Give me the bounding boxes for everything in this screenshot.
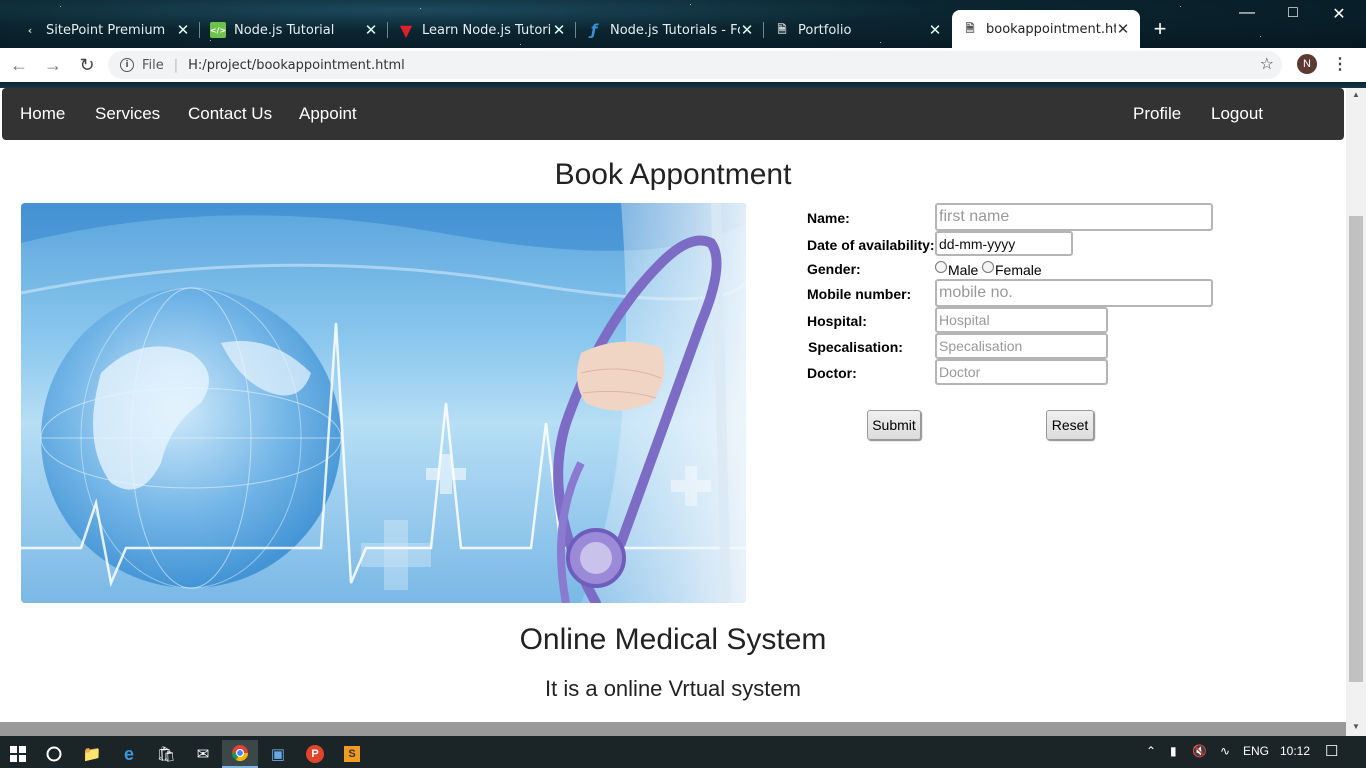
gender-female-label: Female [995, 262, 1042, 278]
tutorials-icon: ƒ [590, 21, 598, 39]
specialisation-field[interactable]: Specalisation [935, 333, 1108, 359]
store-icon[interactable]: 🛍 [148, 740, 184, 768]
close-tab-icon[interactable]: ✕ [740, 21, 754, 39]
submit-button[interactable]: Submit [867, 410, 921, 440]
browser-toolbar: ← → ↻ i File | H:/project/bookappointmen… [0, 48, 1366, 82]
tab-learn-nodejs[interactable]: ▼ Learn Node.js Tutorial ✕ [388, 12, 576, 48]
nav-services[interactable]: Services [79, 88, 176, 140]
tab-bookappointment[interactable]: 🗎 bookappointment.html ✕ [952, 10, 1140, 48]
nav-logout[interactable]: Logout [1195, 88, 1279, 140]
close-tab-icon[interactable]: ✕ [364, 21, 378, 39]
doctor-field[interactable]: Doctor [935, 359, 1108, 385]
windows-taskbar: 📁 e 🛍 ✉ ▣ P S ⌃ ▮ 🔇 ∿ ENG 10:12 ☐ [0, 736, 1366, 768]
medical-illustration [21, 203, 746, 603]
forward-icon[interactable]: → [38, 55, 68, 76]
footer-title: Online Medical System [519, 623, 827, 656]
volume-muted-icon[interactable]: 🔇 [1192, 744, 1207, 758]
scrollbar-thumb[interactable] [1349, 216, 1363, 682]
gender-female-radio[interactable] [982, 261, 994, 273]
bookmark-star-icon[interactable]: ☆ [1260, 54, 1274, 73]
chrome-icon[interactable] [222, 740, 258, 768]
specialisation-label: Specalisation: [808, 339, 903, 355]
language-indicator[interactable]: ENG [1243, 744, 1269, 758]
scroll-up-icon[interactable]: ▲ [1346, 90, 1366, 99]
wifi-icon[interactable]: ∿ [1220, 744, 1230, 758]
page-scrollbar[interactable]: ▲ ▼ [1346, 88, 1366, 736]
mobile-label: Mobile number: [807, 286, 912, 302]
page-bottom-bar [0, 722, 1346, 736]
windows-start-icon[interactable] [0, 740, 36, 768]
cortana-search-icon[interactable] [36, 740, 72, 768]
tab-nodejs-tutorials[interactable]: ƒ Node.js Tutorials - For ✕ [576, 12, 764, 48]
close-tab-icon[interactable]: ✕ [1116, 20, 1130, 38]
doctor-label: Doctor: [807, 365, 857, 381]
page-viewport: Home Services Contact Us Appoint Profile… [0, 88, 1346, 736]
maximize-icon[interactable]: □ [1270, 4, 1316, 22]
info-icon[interactable]: i [120, 58, 134, 72]
nav-appoint[interactable]: Appoint [283, 88, 373, 140]
profile-avatar[interactable]: N [1297, 54, 1317, 74]
name-label: Name: [807, 210, 850, 226]
back-icon[interactable]: ← [4, 55, 34, 76]
date-field[interactable]: dd-mm-yyyy [935, 231, 1073, 256]
document-icon: 🗎 [965, 21, 975, 35]
scroll-down-icon[interactable]: ▼ [1346, 722, 1366, 731]
edge-browser-icon[interactable]: e [111, 740, 147, 768]
hospital-label: Hospital: [807, 313, 867, 329]
gender-label: Gender: [807, 261, 861, 277]
nav-profile[interactable]: Profile [1117, 88, 1197, 140]
tutorial-icon: ▼ [399, 20, 413, 40]
url-divider: | [173, 57, 179, 73]
address-bar[interactable]: i File | H:/project/bookappointment.html… [108, 51, 1282, 79]
notifications-icon[interactable]: ☐ [1325, 742, 1338, 760]
browser-tab-strip: ‹ SitePoint Premium ✕ </> Node.js Tutori… [0, 0, 1366, 48]
medical-hero-image [21, 203, 746, 603]
sublime-text-icon[interactable]: S [334, 740, 370, 768]
virtualbox-icon[interactable]: ▣ [260, 740, 296, 768]
url-scheme: File [142, 57, 164, 73]
footer-subtitle: It is a online Vrtual system [545, 676, 801, 701]
page-title: Book Appontment [554, 158, 792, 191]
tab-sitepoint[interactable]: ‹ SitePoint Premium ✕ [12, 12, 200, 48]
nav-home[interactable]: Home [4, 88, 81, 140]
nodejs-icon: </> [210, 22, 226, 38]
mail-icon[interactable]: ✉ [185, 740, 221, 768]
browser-menu-icon[interactable]: ⋮ [1332, 54, 1348, 74]
sitepoint-icon: ‹ [27, 23, 33, 37]
tab-nodejs-tutorial[interactable]: </> Node.js Tutorial ✕ [200, 12, 388, 48]
clock[interactable]: 10:12 [1280, 744, 1310, 758]
date-label: Date of availability: [807, 237, 935, 253]
file-explorer-icon[interactable]: 📁 [74, 740, 110, 768]
show-hidden-icons-icon[interactable]: ⌃ [1146, 744, 1156, 758]
reset-button[interactable]: Reset [1046, 410, 1094, 440]
close-window-icon[interactable]: ✕ [1316, 4, 1362, 24]
battery-icon[interactable]: ▮ [1170, 744, 1177, 758]
postman-icon[interactable]: P [297, 740, 333, 768]
mobile-field[interactable]: mobile no. [935, 279, 1213, 307]
document-icon: 🗎 [777, 22, 787, 36]
nav-contact-us[interactable]: Contact Us [172, 88, 288, 140]
gender-male-radio[interactable] [935, 261, 947, 273]
reload-icon[interactable]: ↻ [72, 55, 102, 76]
url-text[interactable]: H:/project/bookappointment.html [188, 58, 405, 73]
minimize-icon[interactable]: — [1224, 4, 1270, 22]
close-tab-icon[interactable]: ✕ [176, 21, 190, 39]
top-navbar: Home Services Contact Us Appoint Profile… [2, 88, 1344, 140]
new-tab-button[interactable]: + [1150, 16, 1170, 42]
tab-portfolio[interactable]: 🗎 Portfolio ✕ [764, 12, 952, 48]
name-field[interactable]: first name [935, 203, 1213, 231]
hospital-field[interactable]: Hospital [935, 307, 1108, 333]
close-tab-icon[interactable]: ✕ [928, 21, 942, 39]
gender-male-label: Male [948, 262, 979, 278]
close-tab-icon[interactable]: ✕ [552, 21, 566, 39]
